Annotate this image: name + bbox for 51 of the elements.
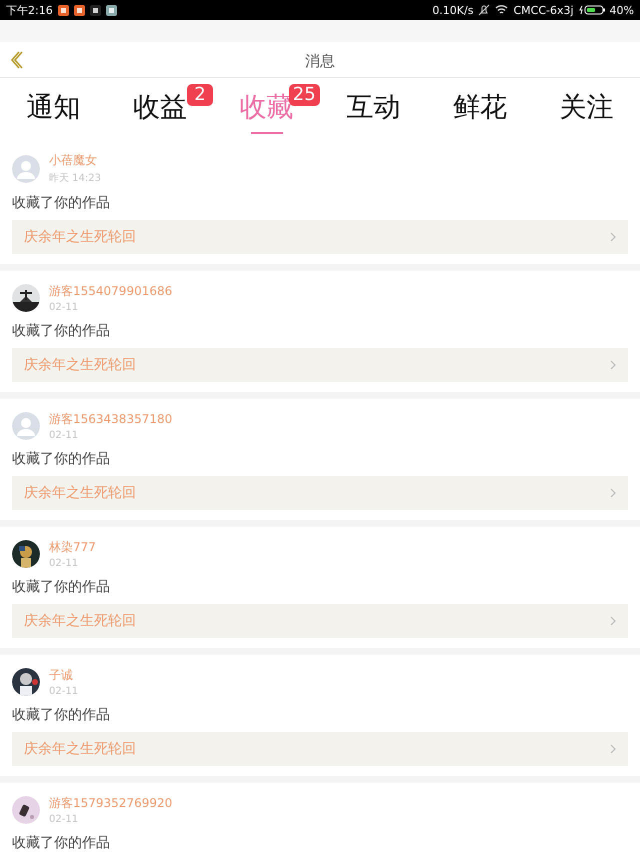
user-name[interactable]: 子诚 [49, 667, 78, 684]
user-name[interactable]: 游客1563438357180 [49, 411, 172, 428]
tab[interactable]: 互动 [346, 91, 400, 125]
avatar-icon [12, 412, 40, 440]
network-speed: 0.10K/s [432, 4, 474, 16]
mute-icon [478, 4, 490, 16]
tab[interactable]: 鲜花 [453, 91, 508, 125]
chevron-right-icon [610, 744, 616, 754]
wifi-icon [495, 5, 508, 15]
app-icon [58, 4, 69, 16]
message-time: 02-11 [49, 814, 80, 825]
user-name[interactable]: 游客1554079901686 [49, 283, 172, 300]
message-text: 收藏了你的作品 [12, 834, 111, 852]
work-link[interactable]: 庆余年之生死轮回 [12, 220, 628, 254]
message-time: 02-11 [49, 430, 80, 441]
chevron-right-icon [610, 488, 616, 498]
battery-icon [578, 5, 605, 15]
message-text: 收藏了你的作品 [12, 194, 111, 212]
user-name[interactable]: 游客1579352769920 [49, 795, 172, 812]
user-name[interactable]: 小蓓魔女 [49, 152, 101, 169]
message-time: 昨天 14:23 [49, 172, 101, 185]
work-link[interactable]: 庆余年之生死轮回 [12, 348, 628, 382]
tab-indicator [250, 132, 283, 134]
avatar-icon [12, 154, 40, 182]
work-link[interactable]: 庆余年之生死轮回 [12, 476, 628, 510]
user-name[interactable]: 林染777 [49, 539, 96, 556]
tab[interactable]: 关注 [560, 91, 614, 125]
message-text: 收藏了你的作品 [12, 578, 111, 596]
message-time: 02-11 [49, 302, 80, 313]
tab[interactable]: 收益 [133, 91, 187, 125]
work-link[interactable]: 庆余年之生死轮回 [12, 732, 628, 766]
message-text: 收藏了你的作品 [12, 450, 111, 468]
app-icon [90, 4, 101, 16]
work-link[interactable]: 庆余年之生死轮回 [12, 604, 628, 638]
status-time: 下午2:16 [6, 2, 53, 18]
chevron-right-icon [610, 616, 616, 626]
message-text: 收藏了你的作品 [12, 706, 111, 724]
message-text: 收藏了你的作品 [12, 322, 111, 340]
page-title: 消息 [304, 52, 336, 71]
message-time: 02-11 [49, 558, 80, 569]
message-time: 02-11 [49, 686, 78, 697]
count-badge: 2 [187, 84, 213, 106]
back-button[interactable] [8, 50, 24, 70]
tab[interactable]: 通知 [26, 91, 80, 125]
carrier-name: CMCC-6x3j [513, 4, 574, 16]
app-icon [106, 4, 117, 16]
chevron-right-icon [610, 360, 616, 370]
battery-percent: 40% [610, 4, 634, 16]
chevron-right-icon [610, 232, 616, 242]
back-icon [8, 50, 24, 70]
app-icon [74, 4, 85, 16]
